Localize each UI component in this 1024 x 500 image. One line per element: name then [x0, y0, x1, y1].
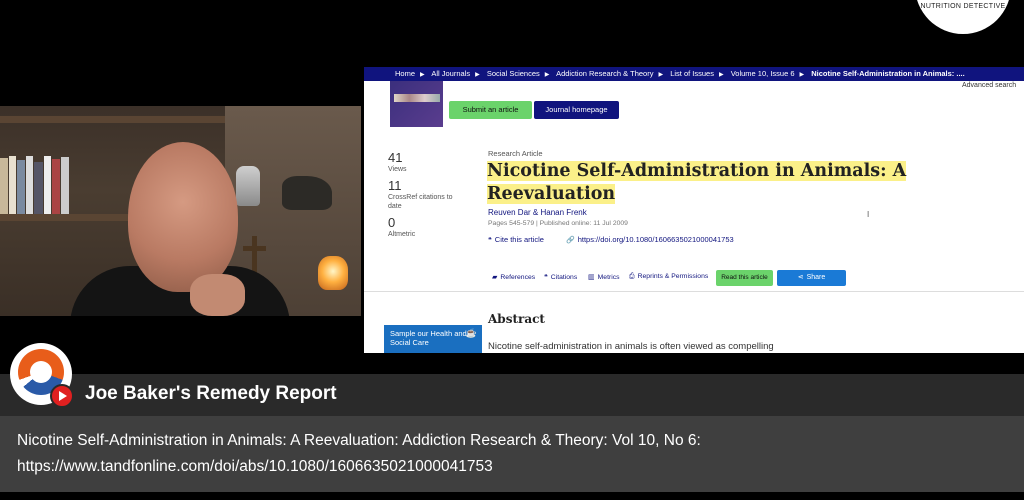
breadcrumb-journal[interactable]: Addiction Research & Theory — [556, 69, 653, 78]
caption-line-2: https://www.tandfonline.com/doi/abs/10.1… — [17, 458, 493, 475]
abstract-heading: Abstract — [488, 312, 545, 326]
abstract-text: Nicotine self-administration in animals … — [488, 341, 774, 352]
browser-screen-share: Home ▶ All Journals ▶ Social Sciences ▶ Add… — [364, 67, 1024, 353]
quote-icon: ❝ — [488, 237, 492, 244]
brand-badge: NUTRITION DETECTIVE — [915, 0, 1011, 34]
webcam-feed — [0, 106, 361, 316]
altmetric-label: Altmetric — [388, 231, 416, 238]
bookshelf-books — [0, 154, 72, 214]
presenter-hand — [190, 274, 245, 316]
journal-homepage-button[interactable]: Journal homepage — [534, 101, 619, 119]
chevron-right-icon: ▶ — [420, 72, 425, 78]
breadcrumb-volume[interactable]: Volume 10, Issue 6 — [731, 69, 795, 78]
breadcrumb-list-of-issues[interactable]: List of Issues — [670, 69, 714, 78]
share-icon: ⋖ — [797, 274, 804, 281]
caption-line-1: Nicotine Self-Administration in Animals:… — [17, 432, 701, 449]
youtube-icon — [50, 384, 74, 408]
chevron-right-icon: ▶ — [475, 72, 480, 78]
article-authors[interactable]: Reuven Dar & Hanan Frenk — [488, 208, 587, 217]
print-icon: ⎙ — [629, 273, 635, 280]
quote-icon: ❝ — [544, 274, 548, 281]
logo-center — [30, 361, 52, 383]
metrics-tab[interactable]: ▥ Metrics — [588, 273, 620, 281]
advanced-search-link[interactable]: Advanced search — [962, 82, 1016, 89]
article-metrics: 41 Views 11 CrossRef citations to date 0… — [388, 151, 468, 244]
bar-chart-icon: ▥ — [588, 274, 595, 281]
presenter-head — [128, 142, 238, 292]
citations-label: Citations — [550, 274, 578, 281]
breadcrumb-social-sciences[interactable]: Social Sciences — [487, 69, 540, 78]
promo-text: Sample our Health and Social Care — [390, 329, 467, 347]
reprints-label: Reprints & Permissions — [637, 273, 709, 280]
breadcrumb-home[interactable]: Home — [395, 69, 415, 78]
caption-bar — [0, 416, 1024, 492]
crossref-count[interactable]: 11 — [388, 179, 468, 193]
references-tab[interactable]: ▰ References — [492, 273, 535, 281]
brand-text: NUTRITION DETECTIVE — [920, 3, 1006, 10]
promo-banner[interactable]: Sample our Health and Social Care ☕ — [384, 325, 482, 353]
views-label: Views — [388, 166, 407, 173]
reprints-tab[interactable]: ⎙ Reprints & Permissions — [629, 273, 708, 281]
article-type: Research Article — [488, 149, 543, 158]
submit-article-button[interactable]: Submit an article — [449, 101, 532, 119]
journal-cover-image[interactable] — [390, 81, 443, 127]
stream-frame: NUTRITION DETECTIVE Home ▶ All Journals … — [0, 0, 1024, 500]
breadcrumb-all-journals[interactable]: All Journals — [431, 69, 470, 78]
lamp-icon: ☕ — [465, 328, 477, 338]
metrics-label: Metrics — [597, 274, 620, 281]
breadcrumb: Home ▶ All Journals ▶ Social Sciences ▶ Add… — [364, 67, 1024, 81]
altmetric-count[interactable]: 0 — [388, 216, 468, 230]
chevron-right-icon: ▶ — [544, 72, 550, 78]
read-article-button[interactable]: Read this article — [716, 270, 773, 286]
journal-cover-photos — [394, 94, 440, 102]
trophy — [236, 166, 260, 206]
horse-figurine — [282, 176, 332, 210]
crossref-label: CrossRef citations to date — [388, 194, 453, 210]
text-cursor-icon: I — [867, 210, 870, 219]
wooden-cross-bar — [243, 246, 266, 251]
cite-label: Cite this article — [494, 235, 544, 244]
citations-tab[interactable]: ❝ Citations — [544, 273, 577, 281]
channel-name: Joe Baker's Remedy Report — [85, 383, 337, 404]
book-icon: ▰ — [492, 274, 498, 281]
share-label: Share — [806, 274, 826, 281]
chevron-right-icon: ▶ — [658, 72, 664, 78]
chevron-right-icon: ▶ — [718, 72, 724, 78]
article-title-text: Nicotine Self-Administration in Animals:… — [487, 161, 907, 204]
play-icon — [59, 391, 67, 401]
views-count: 41 — [388, 150, 403, 165]
cite-article-link[interactable]: ❝ Cite this article — [488, 235, 544, 244]
references-label: References — [500, 274, 536, 281]
link-icon: 🔗 — [566, 237, 575, 244]
article-pages-published: Pages 545-579 | Published online: 11 Jul… — [488, 220, 628, 227]
doi-label: https://doi.org/10.1080/1606635021000041… — [577, 235, 734, 244]
article-title: Nicotine Self-Administration in Animals:… — [487, 160, 927, 206]
chevron-right-icon: ▶ — [799, 72, 805, 78]
doi-link[interactable]: 🔗 https://doi.org/10.1080/160663502100004… — [566, 235, 734, 244]
article-tools: ▰ References ❝ Citations ▥ Metrics ⎙ Reprint… — [364, 265, 1024, 291]
breadcrumb-current: Nicotine Self-Administration in Animals:… — [811, 69, 965, 78]
salt-lamp — [318, 256, 348, 290]
share-button[interactable]: ⋖ Share — [777, 270, 846, 286]
